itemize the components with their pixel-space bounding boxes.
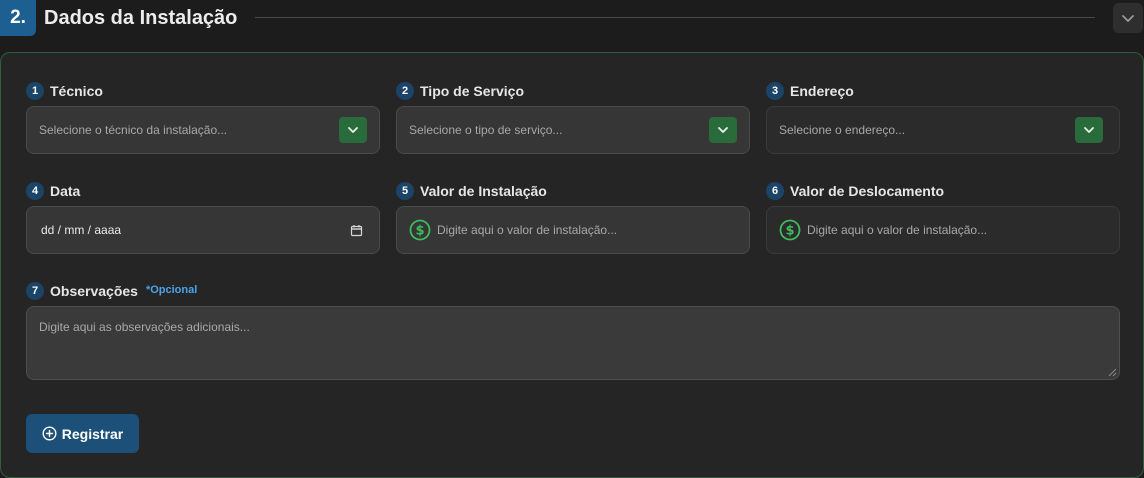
step-badge: 4 — [26, 182, 44, 200]
step-badge: 5 — [396, 182, 414, 200]
step-badge: 7 — [26, 282, 44, 300]
valor-instalacao-label-text: Valor de Instalação — [420, 183, 547, 199]
chevron-down-icon — [716, 123, 730, 137]
register-button[interactable]: Registrar — [26, 414, 139, 453]
observacoes-placeholder: Digite aqui as observações adicionais... — [39, 320, 250, 334]
plus-circle-icon — [42, 426, 57, 441]
section-title: Dados da Instalação — [44, 7, 238, 29]
valor-instalacao-input[interactable]: $ Digite aqui o valor de instalação... — [396, 206, 750, 254]
tecnico-select[interactable]: Selecione o técnico da instalação... — [26, 106, 380, 154]
register-button-label: Registrar — [61, 425, 124, 442]
optional-tag: *Opcional — [145, 284, 198, 296]
tecnico-placeholder: Selecione o técnico da instalação... — [39, 123, 228, 137]
tipo-servico-placeholder: Selecione o tipo de serviço... — [409, 123, 563, 137]
svg-text:$: $ — [785, 224, 794, 239]
endereco-placeholder: Selecione o endereço... — [779, 123, 906, 137]
valor-deslocamento-label-text: Valor de Deslocamento — [790, 183, 945, 199]
select-toggle[interactable] — [339, 117, 367, 143]
data-label-text: Data — [50, 183, 81, 199]
section-number: 2. — [0, 0, 36, 36]
installation-form-panel: 1 Técnico 2 Tipo de Serviço 3 Endereço S… — [0, 52, 1144, 478]
step-badge: 1 — [26, 82, 44, 100]
dollar-circle-icon: $ — [409, 219, 431, 241]
collapse-button[interactable] — [1113, 3, 1143, 33]
data-label: 4 Data — [26, 181, 80, 201]
endereco-select[interactable]: Selecione o endereço... — [766, 106, 1120, 154]
date-value: dd / mm / aaaa — [41, 223, 122, 237]
select-toggle[interactable] — [1075, 117, 1103, 143]
step-badge: 6 — [766, 182, 784, 200]
tipo-servico-select[interactable]: Selecione o tipo de serviço... — [396, 106, 750, 154]
endereco-label: 3 Endereço — [766, 81, 854, 101]
step-badge: 2 — [396, 82, 414, 100]
tecnico-label-text: Técnico — [50, 83, 103, 99]
select-toggle[interactable] — [709, 117, 737, 143]
observacoes-textarea[interactable]: Digite aqui as observações adicionais... — [26, 306, 1120, 380]
observacoes-label: 7 Observações *Opcional — [26, 281, 197, 301]
resize-handle-icon[interactable] — [1108, 368, 1117, 377]
section-divider — [255, 17, 1095, 18]
svg-text:$: $ — [415, 224, 424, 239]
section-header: 2. Dados da Instalação — [0, 0, 1144, 36]
date-input[interactable]: dd / mm / aaaa — [26, 206, 380, 254]
step-badge: 3 — [766, 82, 784, 100]
endereco-label-text: Endereço — [790, 83, 854, 99]
dollar-circle-icon: $ — [779, 219, 801, 241]
chevron-down-icon — [1120, 10, 1136, 26]
calendar-icon[interactable] — [350, 224, 363, 237]
valor-instalacao-placeholder: Digite aqui o valor de instalação... — [437, 223, 618, 237]
valor-deslocamento-label: 6 Valor de Deslocamento — [766, 181, 944, 201]
valor-deslocamento-placeholder: Digite aqui o valor de instalação... — [807, 223, 988, 237]
chevron-down-icon — [346, 123, 360, 137]
tipo-servico-label-text: Tipo de Serviço — [420, 83, 524, 99]
chevron-down-icon — [1082, 123, 1096, 137]
tipo-servico-label: 2 Tipo de Serviço — [396, 81, 524, 101]
observacoes-label-text: Observações — [50, 283, 138, 299]
valor-instalacao-label: 5 Valor de Instalação — [396, 181, 547, 201]
tecnico-label: 1 Técnico — [26, 81, 103, 101]
valor-deslocamento-input[interactable]: $ Digite aqui o valor de instalação... — [766, 206, 1120, 254]
